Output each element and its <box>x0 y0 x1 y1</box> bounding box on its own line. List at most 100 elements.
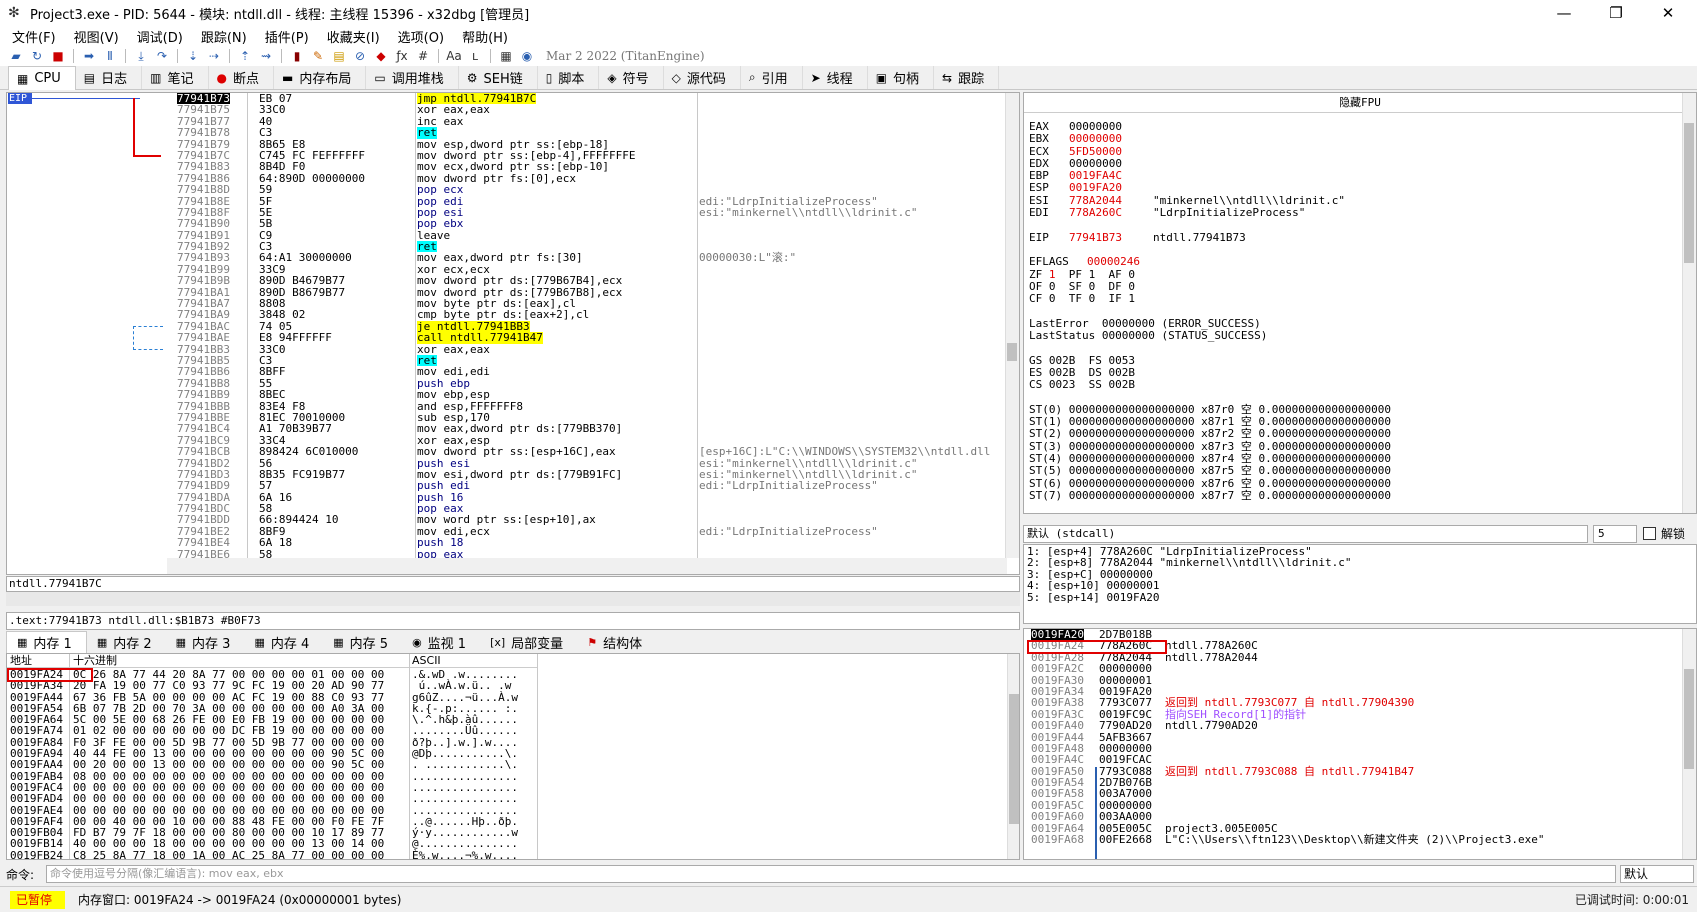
registers-panel[interactable]: 隐藏FPU EAX 00000000 EBX 00000000 ECX 5FD50000 E… <box>1023 92 1697 514</box>
disasm-row[interactable]: ●77941B9B890D B4679B77mov dword ptr ds:[… <box>167 275 1013 287</box>
dump-tab[interactable]: ▦ 内存 1 <box>6 631 87 653</box>
settings-icon[interactable]: ◉ <box>519 48 535 64</box>
register-value[interactable]: 0019FA20 <box>1069 182 1122 194</box>
open-icon[interactable]: ▰ <box>8 48 24 64</box>
label-icon[interactable]: ⊘ <box>352 48 368 64</box>
step-over-icon[interactable]: ↷ <box>154 48 170 64</box>
tab-memory-map[interactable]: ▬ 内存布局 <box>274 66 367 89</box>
hide-fpu-toggle[interactable]: 隐藏FPU <box>1024 93 1696 113</box>
menu-item[interactable]: 视图(V) <box>74 27 119 46</box>
restore-button[interactable]: ❐ <box>1593 0 1639 26</box>
strings-icon[interactable]: ʟ <box>467 48 483 64</box>
stack-scrollbar[interactable] <box>1682 629 1696 859</box>
disasm-row[interactable]: ●77941BB333C0xor eax,eax <box>167 343 1013 355</box>
register-value[interactable]: 00000000 <box>1069 157 1122 169</box>
disassembly-view[interactable]: EIP ●77941B73EB 07jmp ntdll.77941B7C●779… <box>6 92 1020 575</box>
disasm-row[interactable]: ●77941B8F5Epop esiesi:"minkernel\\ntdll\… <box>167 206 1013 218</box>
tab-trace[interactable]: ⇆ 跟踪 <box>934 66 1000 89</box>
eflags-value[interactable]: 00000246 <box>1087 256 1140 268</box>
menu-item[interactable]: 跟踪(N) <box>201 27 247 46</box>
tab-handle[interactable]: ▣ 句柄 <box>868 66 935 89</box>
memory-dump[interactable]: 地址 十六进制 ASCII 0019FA24 0C 26 8A 77 44 20 … <box>6 653 1020 860</box>
tab-thread[interactable]: ➤ 线程 <box>803 66 868 89</box>
stack-value[interactable]: 00FE2668 <box>1099 834 1152 846</box>
calculator-icon[interactable]: ▦ <box>498 48 514 64</box>
disasm-row[interactable]: ●77941BD957push ediedi:"LdrpInitializePr… <box>167 480 1013 492</box>
disasm-row[interactable]: ●77941BD38B35 FC919B77mov esi,dword ptr … <box>167 468 1013 480</box>
comment-icon[interactable]: ▤ <box>331 48 347 64</box>
tab-callstack[interactable]: ▭ 调用堆栈 <box>366 66 459 89</box>
function-icon[interactable]: ƒx <box>394 48 410 64</box>
dump-tab[interactable]: ▦ 内存 4 <box>244 631 323 653</box>
disasm-row[interactable]: ●77941BB68BFFmov edi,edi <box>167 366 1013 378</box>
font-icon[interactable]: Aa <box>446 48 462 64</box>
disasm-row[interactable]: ●77941B9364:A1 30000000mov eax,dword ptr… <box>167 252 1013 264</box>
disasm-row[interactable]: ●77941BE658pop eax <box>167 548 1013 558</box>
scylla-icon[interactable]: ▮ <box>289 48 305 64</box>
register-value[interactable]: 5FD50000 <box>1069 145 1122 157</box>
patch-icon[interactable]: ✎ <box>310 48 326 64</box>
dump-tab[interactable]: ▦ 内存 2 <box>87 631 166 653</box>
registers-scrollbar[interactable] <box>1682 93 1696 513</box>
tab-symbol[interactable]: ◈ 符号 <box>599 66 664 89</box>
bookmark-icon[interactable]: ◆ <box>373 48 389 64</box>
tab-notes[interactable]: ▥ 笔记 <box>142 66 209 89</box>
disasm-row[interactable]: ●77941B7533C0xor eax,eax <box>167 104 1013 116</box>
disasm-row[interactable]: ●77941BB5C3ret <box>167 355 1013 366</box>
tab-breakpoint[interactable]: ● 断点 <box>209 66 274 89</box>
disasm-row[interactable]: ●77941B73EB 07jmp ntdll.77941B7C <box>167 93 1013 104</box>
stack-value[interactable]: 00000000 <box>1099 663 1152 675</box>
close-icon[interactable]: ■ <box>50 48 66 64</box>
menu-item[interactable]: 选项(O) <box>398 27 444 46</box>
menu-item[interactable]: 插件(P) <box>265 27 309 46</box>
disasm-row[interactable]: ●77941B8664:890D 00000000mov dword ptr f… <box>167 172 1013 184</box>
disasm-row[interactable]: ●77941B905Bpop ebx <box>167 218 1013 230</box>
tab-log[interactable]: ▤ 日志 <box>76 66 143 89</box>
disasm-row[interactable]: ●77941B78C3ret <box>167 127 1013 139</box>
register-value[interactable]: 00000000 <box>1069 121 1122 133</box>
register-value[interactable]: 00000000 <box>1069 133 1122 145</box>
hash-icon[interactable]: # <box>415 48 431 64</box>
disasm-row[interactable]: ●77941BCB898424 6C010000mov dword ptr ss… <box>167 446 1013 458</box>
disasm-row[interactable]: ●77941BC4A1 70B39B77mov eax,dword ptr ds… <box>167 423 1013 435</box>
command-input[interactable]: 命令使用逗号分隔(像汇编语言): mov eax, ebx <box>46 865 1616 883</box>
disasm-row[interactable]: ●77941BB98BECmov ebp,esp <box>167 389 1013 401</box>
tab-source[interactable]: ◇ 源代码 <box>664 66 741 89</box>
run-icon[interactable]: ➡ <box>81 48 97 64</box>
register-value[interactable]: 778A260C <box>1069 207 1122 219</box>
dump-hex[interactable]: C8 25 8A 77 18 00 1A 00 AC 25 8A 77 00 0… <box>73 849 384 859</box>
dump-tab[interactable]: [x] 局部变量 <box>480 631 577 653</box>
argument-row[interactable]: 4: [esp+10] 00000001 <box>1027 580 1696 592</box>
disasm-row[interactable]: ●77941BA93848 02cmp byte ptr ds:[eax+2],… <box>167 309 1013 321</box>
stack-view[interactable]: 0019FA20 2D7B018B 0019FA24 778A260C ntdll.77… <box>1023 628 1697 860</box>
tab-cpu[interactable]: ▦ CPU <box>8 66 76 90</box>
tab-script[interactable]: ▯ 脚本 <box>538 66 600 89</box>
argument-row[interactable]: 5: [esp+14] 0019FA20 <box>1027 591 1696 603</box>
menu-item[interactable]: 调试(D) <box>137 27 183 46</box>
dump-tab[interactable]: ⚑ 结构体 <box>577 631 656 653</box>
trace-into-icon[interactable]: ⇣ <box>185 48 201 64</box>
disasm-row[interactable]: ●77941BDA6A 16push 16 <box>167 491 1013 503</box>
trace-over-icon[interactable]: ⇢ <box>206 48 222 64</box>
stack-value[interactable]: 0019FCAC <box>1099 754 1152 766</box>
step-into-icon[interactable]: ⤓ <box>133 48 149 64</box>
menu-item[interactable]: 文件(F) <box>12 27 56 46</box>
disasm-row[interactable]: ●77941BAEE8 94FFFFFFcall ntdll.77941B47 <box>167 332 1013 344</box>
disassembly-lines[interactable]: ●77941B73EB 07jmp ntdll.77941B7C●77941B7… <box>167 93 1013 558</box>
disasm-row[interactable]: ●77941BB855push ebp <box>167 377 1013 389</box>
dump-tab[interactable]: ▦ 内存 5 <box>323 631 402 653</box>
minimize-button[interactable]: — <box>1541 0 1587 26</box>
arg-count-spinner[interactable]: 5 <box>1593 525 1637 543</box>
close-button[interactable]: ✕ <box>1645 0 1691 26</box>
pause-icon[interactable]: Ⅱ <box>102 48 118 64</box>
tab-seh[interactable]: ⚙ SEH链 <box>459 66 538 89</box>
disasm-row[interactable]: ●77941B7740inc eax <box>167 115 1013 127</box>
disassembly-hscrollbar[interactable] <box>167 558 1007 574</box>
disassembly-scrollbar[interactable] <box>1005 93 1019 558</box>
dump-hex[interactable]: 20 FA 19 00 77 C0 93 77 9C FC 19 00 20 A… <box>73 680 384 692</box>
disasm-row[interactable]: ●77941BE46A 18push 18 <box>167 537 1013 549</box>
register-value[interactable]: 0019FA4C <box>1069 170 1122 182</box>
register-value[interactable]: 77941B73 <box>1069 231 1122 243</box>
disasm-row[interactable]: ●77941B91C9leave <box>167 229 1013 241</box>
dump-hex[interactable]: 00 00 00 00 00 00 00 00 00 00 00 00 00 0… <box>73 793 384 805</box>
